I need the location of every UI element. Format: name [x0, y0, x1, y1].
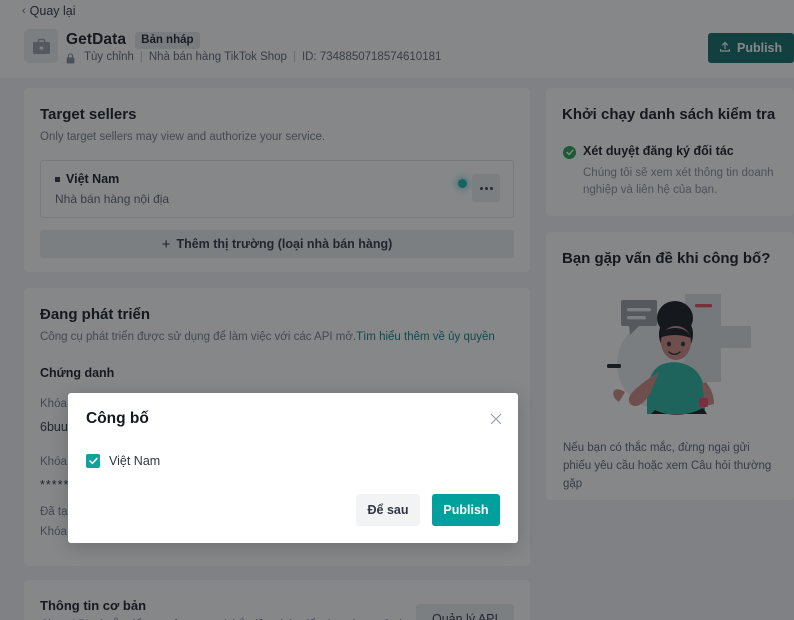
publish-modal-title: Công bố — [86, 410, 149, 427]
close-icon[interactable] — [488, 411, 504, 427]
vietnam-checkbox[interactable] — [86, 454, 100, 468]
publish-modal: Công bố Việt Nam Để sau Publish — [68, 393, 518, 543]
app-root: ‹ Quay lại GetData Bản nháp Tùy chỉnh | … — [0, 0, 794, 620]
vietnam-checkbox-label: Việt Nam — [109, 454, 161, 468]
publish-confirm-button[interactable]: Publish — [432, 494, 500, 526]
later-button[interactable]: Để sau — [356, 494, 420, 526]
publish-modal-market-row: Việt Nam — [86, 454, 160, 468]
publish-modal-actions: Để sau Publish — [356, 494, 500, 526]
